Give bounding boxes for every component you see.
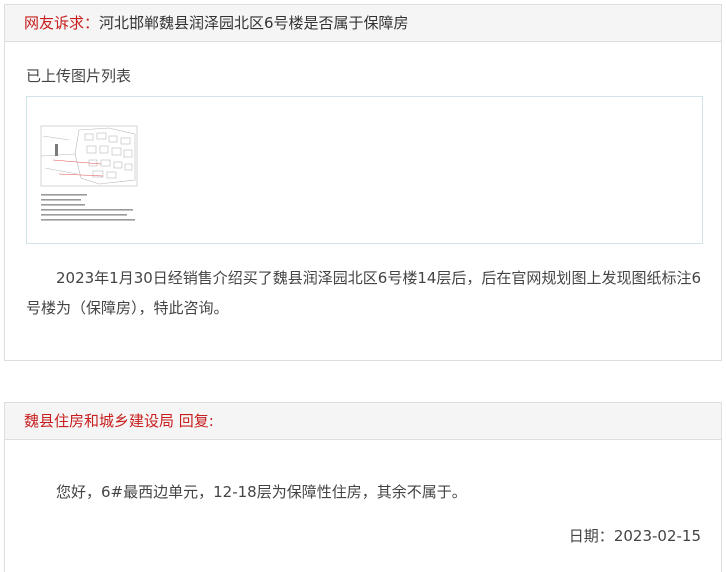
uploaded-images-label: 已上传图片列表 xyxy=(26,67,132,85)
reply-date: 日期：2023-02-15 xyxy=(569,525,701,546)
reply-header: 魏县住房和城乡建设局 回复: xyxy=(5,403,721,440)
reply-body: 您好，6#最西边单元，12-18层为保障性住房，其余不属于。 xyxy=(56,483,467,501)
reply-date-value: 2023-02-15 xyxy=(613,527,701,545)
reply-date-label: 日期： xyxy=(568,527,614,545)
complaint-header: 网友诉求：河北邯郸魏县润泽园北区6号楼是否属于保障房 xyxy=(5,5,721,42)
complaint-title: 河北邯郸魏县润泽园北区6号楼是否属于保障房 xyxy=(99,14,409,32)
complaint-body: 2023年1月30日经销售介绍买了魏县润泽园北区6号楼14层后，后在官网规划图上… xyxy=(26,269,701,317)
reply-card: 魏县住房和城乡建设局 回复: 您好，6#最西边单元，12-18层为保障性住房，其… xyxy=(4,402,722,572)
complaint-label: 网友诉求： xyxy=(24,14,100,32)
uploaded-image-thumbnail[interactable] xyxy=(39,124,139,227)
reply-header-label: 魏县住房和城乡建设局 回复: xyxy=(24,412,214,430)
uploaded-images-box xyxy=(26,96,703,244)
complaint-card: 网友诉求：河北邯郸魏县润泽园北区6号楼是否属于保障房 已上传图片列表 2023年… xyxy=(4,4,722,361)
